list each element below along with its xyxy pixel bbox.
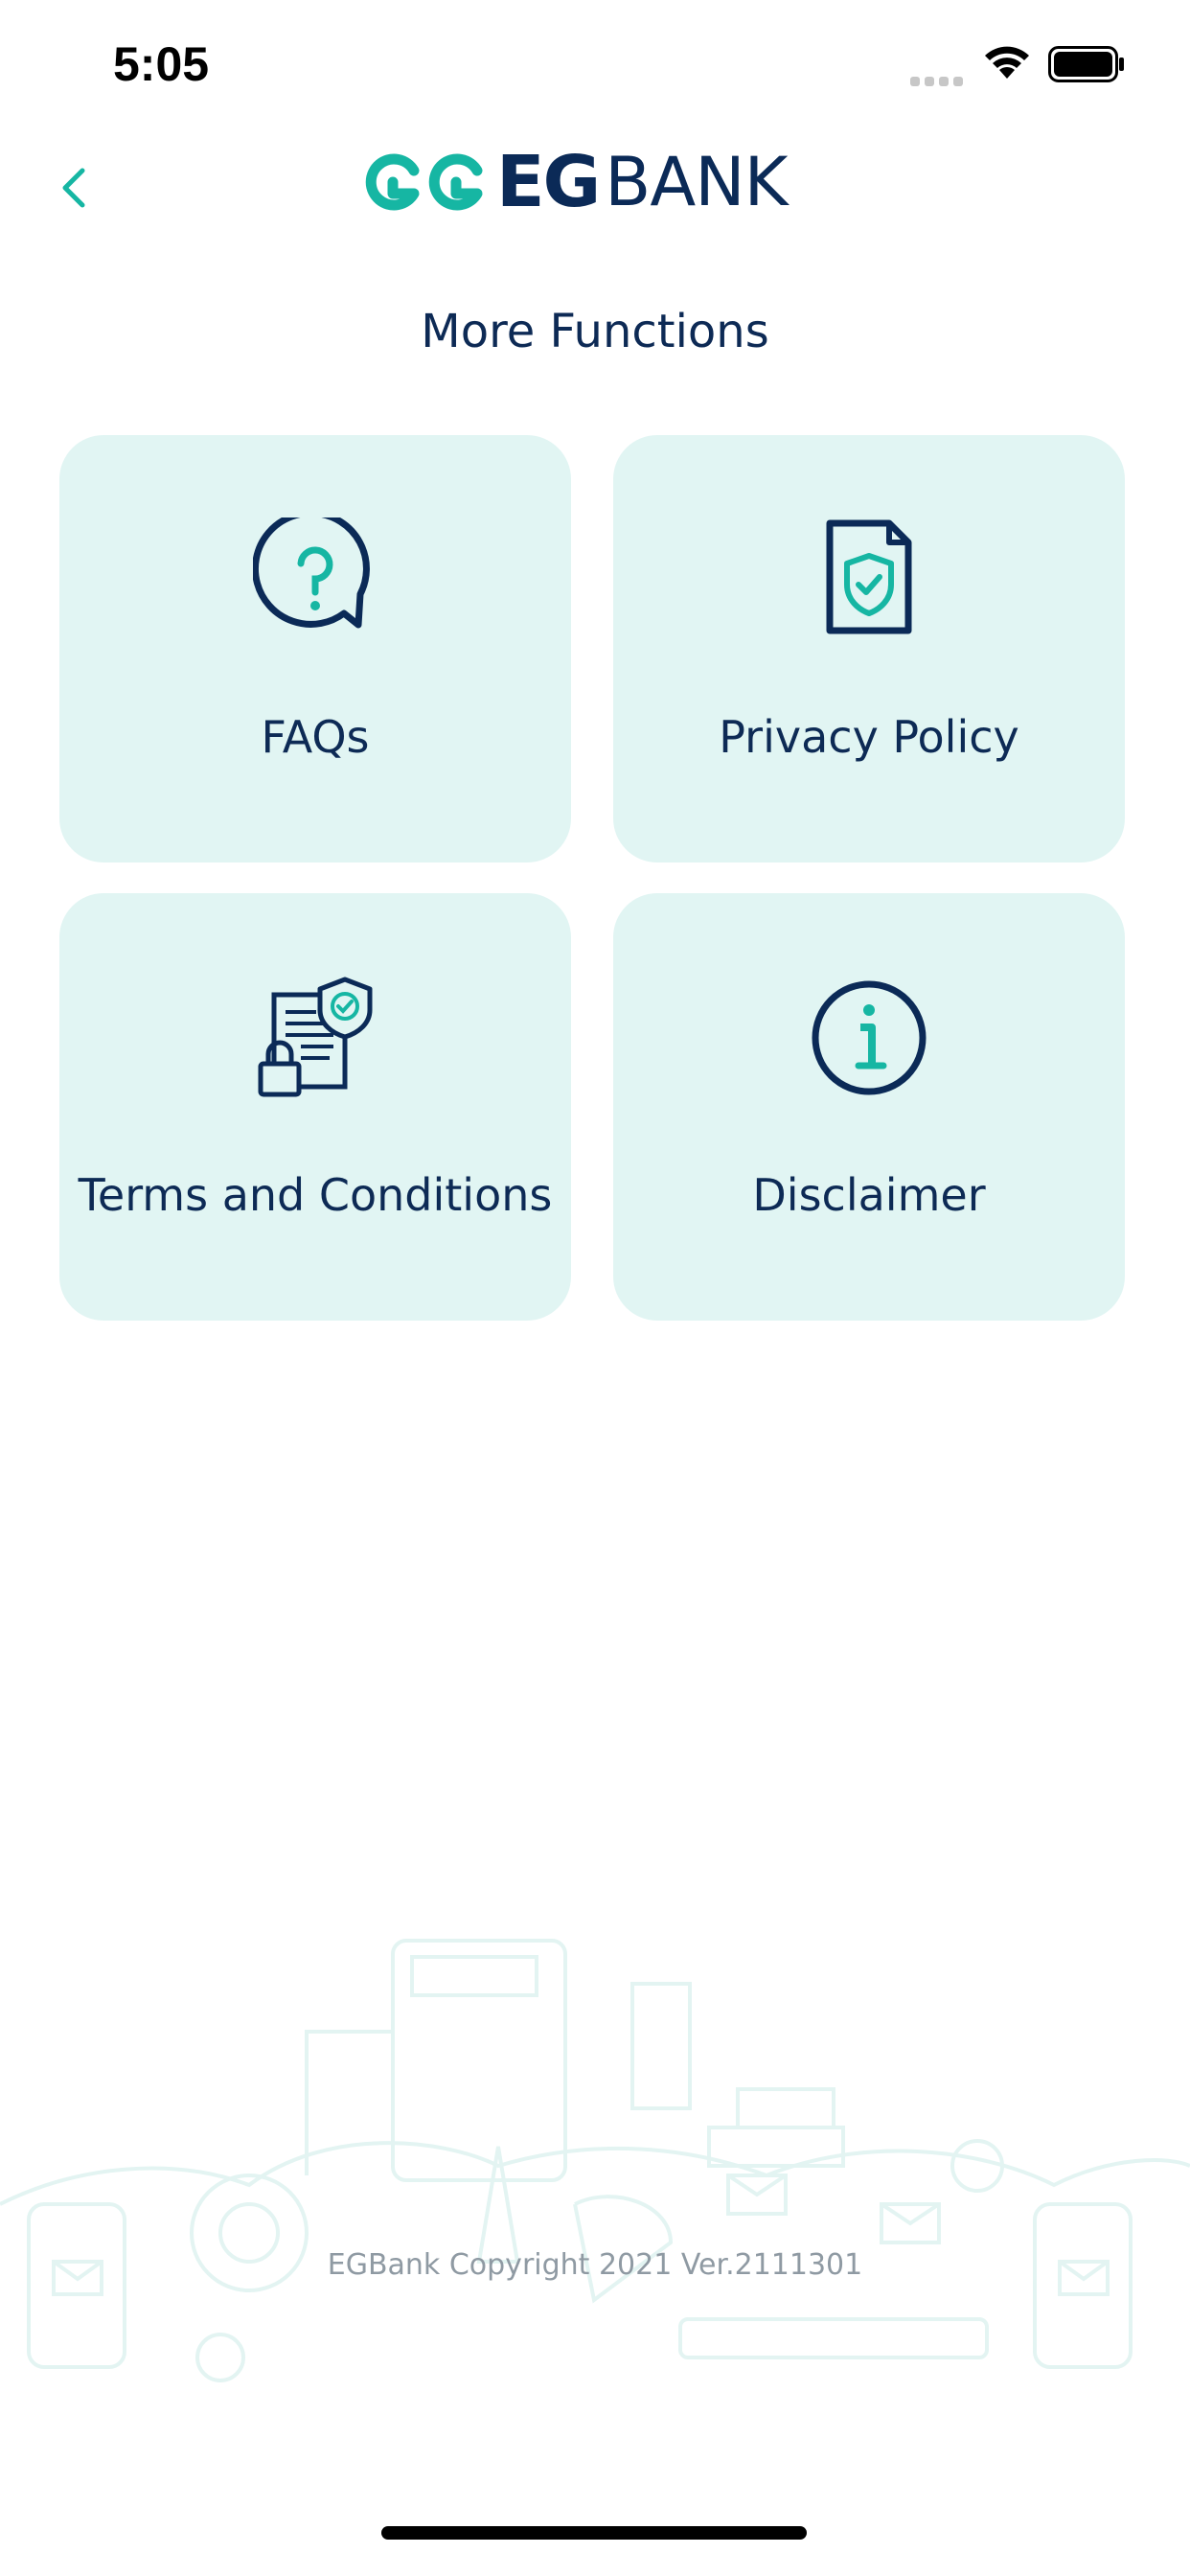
logo-mark-icon (365, 153, 483, 211)
disclaimer-tile[interactable]: Disclaimer (613, 893, 1125, 1321)
logo-text-eg: EG (496, 141, 601, 223)
status-bar: 5:05 (0, 0, 1190, 134)
disclaimer-label: Disclaimer (752, 1169, 986, 1221)
shield-document-icon (826, 519, 912, 634)
terms-and-conditions-tile[interactable]: Terms and Conditions (59, 893, 571, 1321)
city-illustration (0, 1939, 1190, 2382)
secure-contract-icon (258, 977, 373, 1097)
logo-text-bank: BANK (605, 143, 788, 221)
battery-icon (1048, 46, 1124, 82)
egbank-logo: EG BANK (364, 141, 824, 223)
cellular-signal-icon (910, 77, 963, 86)
terms-and-conditions-label: Terms and Conditions (78, 1169, 553, 1221)
privacy-policy-tile[interactable]: Privacy Policy (613, 435, 1125, 862)
wifi-icon (985, 46, 1029, 79)
back-button[interactable] (46, 153, 103, 220)
faqs-tile[interactable]: FAQs (59, 435, 571, 862)
status-time: 5:05 (113, 37, 210, 91)
copyright-text: EGBank Copyright 2021 Ver.2111301 (327, 2248, 863, 2282)
question-bubble-icon (253, 518, 370, 629)
chevron-left-icon (62, 168, 85, 208)
page-title: More Functions (421, 305, 769, 358)
home-indicator[interactable] (381, 2526, 807, 2540)
info-circle-icon (812, 980, 927, 1095)
faqs-label: FAQs (261, 711, 370, 763)
privacy-policy-label: Privacy Policy (719, 711, 1019, 763)
